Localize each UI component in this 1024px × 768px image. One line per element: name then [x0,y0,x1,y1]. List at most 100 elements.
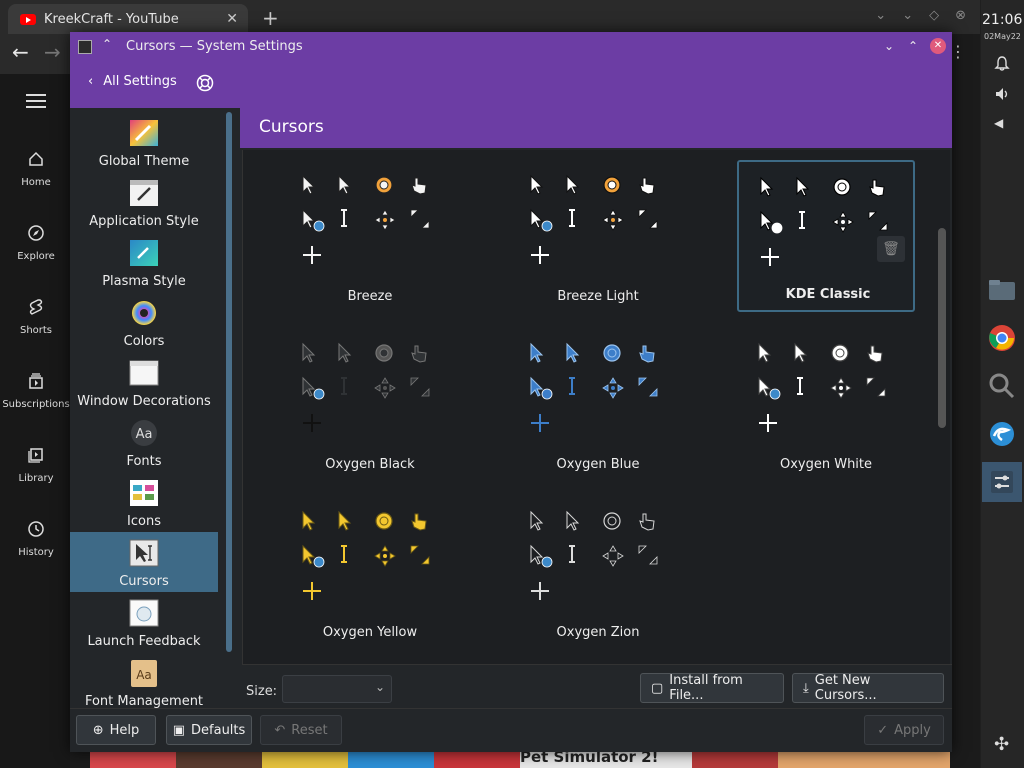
defaults-button[interactable]: ▣ Defaults [166,715,252,745]
close-circle-icon[interactable]: ⊗ [955,8,966,23]
close-button[interactable]: ✕ [930,38,946,54]
category-colors[interactable]: Colors [70,292,218,352]
cursor-preview [760,176,888,266]
apply-button[interactable]: ✓ Apply [864,715,944,745]
defaults-label: Defaults [191,722,246,738]
clock-time: 21:06 [982,12,1023,28]
global-theme-icon [130,120,158,146]
category-global-theme[interactable]: Global Theme [70,112,218,172]
window-titlebar[interactable]: ⌃ Cursors — System Settings ⌄ ⌃ ✕ [70,32,952,62]
category-list: Global Theme Application Style Plasma Styl… [70,108,220,708]
back-button[interactable]: ← [12,40,29,64]
chevron-down-icon[interactable]: ⌄ [875,8,886,23]
category-fonts[interactable]: Aa Fonts [70,412,218,472]
all-settings-button[interactable]: ‹ All Settings [88,74,177,89]
yt-nav-label: Shorts [19,325,53,336]
cursor-theme-ox-blue[interactable]: Oxygen Blue [509,328,687,480]
minimize-button[interactable]: ⌄ [880,37,898,55]
maximize-button[interactable]: ⌃ [904,37,922,55]
category-window-decorations[interactable]: Window Decorations [70,352,218,412]
browser-tab-strip: KreekCraft - YouTube ✕ + ⌄ ⌄ ◇ ⊗ [0,0,980,34]
category-icons[interactable]: Icons [70,472,218,532]
bell-icon[interactable] [994,56,1010,76]
taskbar-app-folder[interactable] [982,270,1022,310]
new-tab-button[interactable]: + [262,6,279,30]
yt-nav-history[interactable]: History [0,520,72,558]
subscriptions-icon [29,373,43,389]
move-icon[interactable]: ✣ [994,734,1009,755]
tab-close-button[interactable]: ✕ [226,11,238,27]
folder-icon [989,280,1015,300]
cursor-preview [758,342,886,432]
yt-nav-home[interactable]: Home [0,150,72,188]
cursor-theme-ox-black[interactable]: Oxygen Black [281,328,459,480]
browser-tab-controls: ⌄ ⌄ ◇ ⊗ [875,8,966,23]
install-from-file-button[interactable]: ▢ Install from File... [640,673,784,703]
size-combobox[interactable]: ⌄ [282,675,392,703]
document-icon: ▣ [172,722,186,738]
forward-button[interactable]: → [44,40,61,64]
category-font-management[interactable]: Aa Font Management [70,652,218,708]
cursor-theme-ox-zion[interactable]: Oxygen Zion [509,496,687,648]
svg-text:Aa: Aa [136,427,153,442]
system-settings-window: ⌃ Cursors — System Settings ⌄ ⌃ ✕ ‹ All … [70,32,952,752]
edge-icon [990,422,1014,446]
cursor-theme-name: Oxygen Black [325,457,415,472]
category-label: Icons [127,514,161,529]
category-launch-feedback[interactable]: Launch Feedback [70,592,218,652]
chevron-down-icon[interactable]: ⌄ [902,8,913,23]
browser-tab[interactable]: KreekCraft - YouTube ✕ [8,4,248,34]
settings-toolbar: ‹ All Settings [70,62,952,108]
shorts-icon [29,299,43,315]
taskbar-app-settings[interactable] [982,462,1022,502]
yt-nav-label: Explore [17,251,55,262]
cursor-theme-classic[interactable]: KDE Classic 🗑 [737,160,915,312]
category-cursors[interactable]: Cursors [70,532,218,592]
cursor-preview [302,342,430,432]
hamburger-icon[interactable] [26,94,46,108]
taskbar-app-search[interactable] [982,366,1022,406]
yt-nav-library[interactable]: Library [0,446,72,484]
get-new-cursors-button[interactable]: ⤓ Get New Cursors... [792,673,944,703]
all-settings-label: All Settings [103,74,177,89]
taskbar-app-edge[interactable] [982,414,1022,454]
search-icon [989,373,1015,399]
category-application-style[interactable]: Application Style [70,172,218,232]
yt-nav-subscriptions[interactable]: Subscriptions [0,372,72,410]
cursor-theme-name: KDE Classic [785,287,871,302]
yt-nav-shorts[interactable]: Shorts [0,298,72,336]
cursor-theme-ox-yellow[interactable]: Oxygen Yellow [281,496,459,648]
category-scrollbar[interactable] [226,112,232,652]
reset-button[interactable]: ↶ Reset [260,715,342,745]
browser-menu-button[interactable]: ⋮ [950,42,966,61]
cursor-theme-ox-white[interactable]: Oxygen White [737,328,915,480]
category-label: Launch Feedback [87,634,201,649]
help-button[interactable]: ⊕ Help [76,715,156,745]
volume-icon[interactable] [994,86,1012,106]
window-title: Cursors — System Settings [126,39,303,54]
launch-feedback-icon [129,599,159,627]
keep-above-icon[interactable]: ⌃ [102,37,112,51]
cursor-preview [530,174,658,264]
help-lifebuoy-icon[interactable] [196,74,214,92]
category-plasma-style[interactable]: Plasma Style [70,232,218,292]
chrome-icon [989,325,1015,351]
taskbar-app-chrome[interactable] [982,318,1022,358]
cursor-theme-breeze[interactable]: Breeze [281,160,459,312]
trash-icon[interactable]: 🗑 [877,236,905,262]
collapse-tray-icon[interactable]: ◀ [994,116,1003,130]
cursor-theme-breeze-light[interactable]: Breeze Light [509,160,687,312]
category-label: Window Decorations [77,394,211,409]
yt-nav-label: Library [18,473,54,484]
browser-tab-title: KreekCraft - YouTube [44,11,179,27]
diamond-icon[interactable]: ◇ [929,8,939,23]
undo-icon: ↶ [274,722,286,738]
chevron-down-icon: ⌄ [374,680,385,694]
cursor-theme-grid: Breeze Breeze Light KDE Classic 🗑 Oxygen Bla… [242,150,950,664]
yt-nav-explore[interactable]: Explore [0,224,72,262]
yt-nav-label: Home [21,177,51,188]
cursor-theme-name: Oxygen Zion [556,625,640,640]
app-icon [78,40,92,54]
category-label: Cursors [119,574,169,589]
grid-scrollbar[interactable] [938,228,946,428]
